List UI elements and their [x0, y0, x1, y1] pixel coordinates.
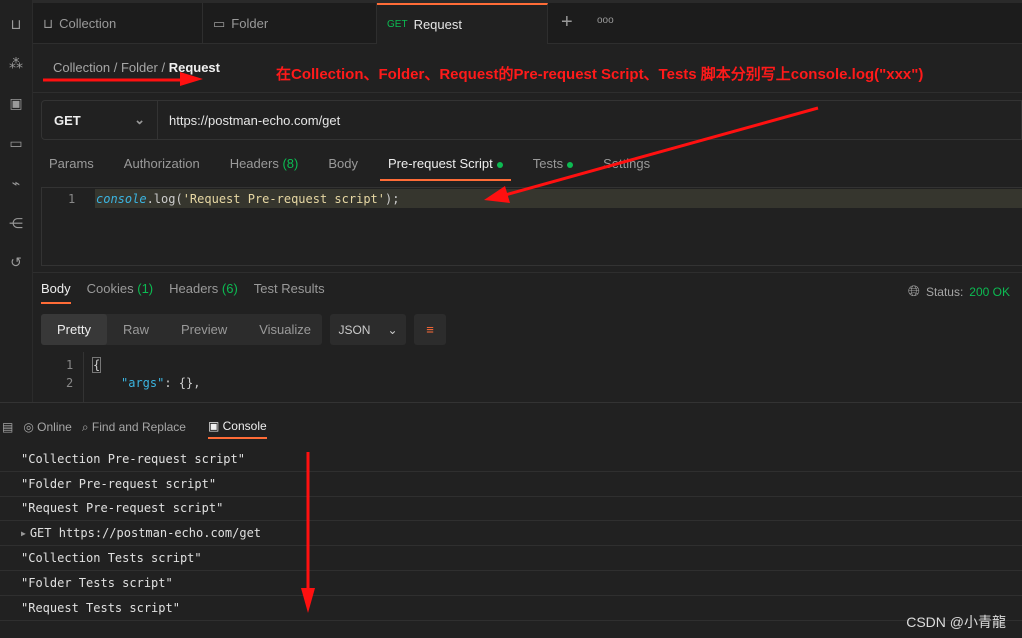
- arrow-head: [301, 588, 315, 613]
- annotation-arrows: [43, 72, 819, 613]
- watermark: CSDN @小青龍: [906, 614, 1006, 630]
- arrow-editor: [504, 106, 819, 197]
- arrow-head: [484, 186, 510, 203]
- arrow-head: [180, 72, 203, 86]
